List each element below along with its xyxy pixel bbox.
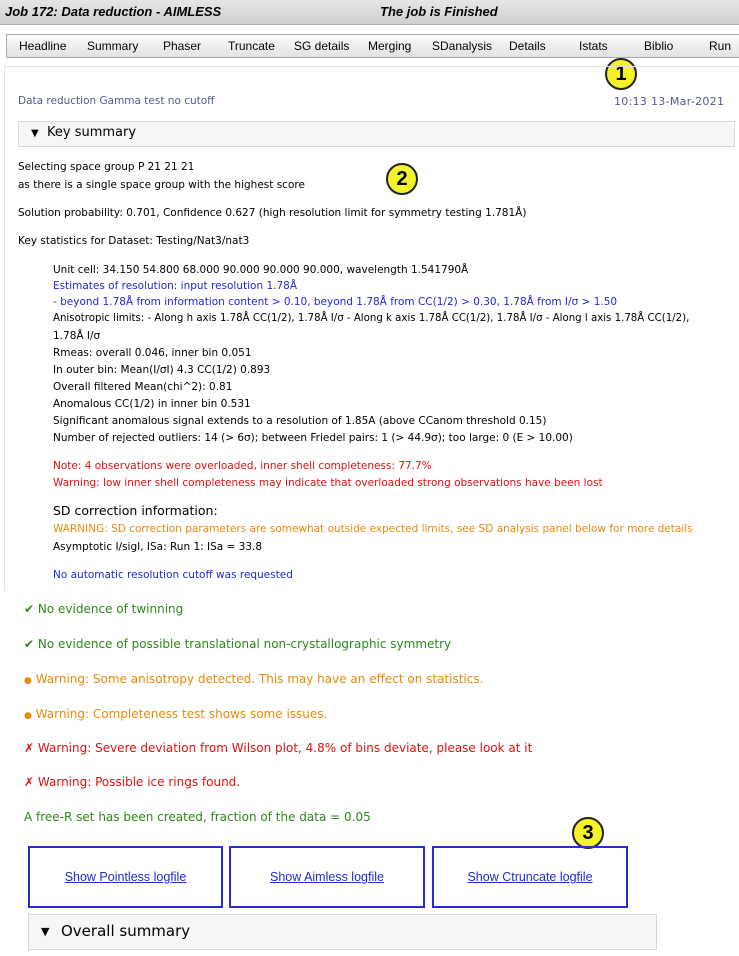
show-pointless-logfile-button[interactable]: Show Pointless logfile (28, 846, 223, 908)
anisotropic-limits: Anisotropic limits: - Along h axis 1.78Å… (53, 313, 690, 324)
check-twinning: ✔ No evidence of twinning (24, 602, 183, 616)
check-text: Warning: Severe deviation from Wilson pl… (37, 741, 533, 755)
check-wilson-plot: ✗ Warning: Severe deviation from Wilson … (24, 741, 532, 755)
tab-run[interactable]: Run (709, 39, 731, 53)
rmeas: Rmeas: overall 0.046, inner bin 0.051 (53, 347, 252, 359)
anomalous-signal: Significant anomalous signal extends to … (53, 415, 547, 427)
tab-details[interactable]: Details (509, 39, 546, 53)
check-anisotropy: ● Warning: Some anisotropy detected. Thi… (24, 672, 483, 686)
solution-probability: Solution probability: 0.701, Confidence … (18, 207, 527, 219)
check-text: Warning: Some anisotropy detected. This … (35, 672, 484, 686)
check-text: Warning: Possible ice rings found. (37, 775, 241, 789)
free-r-info: A free-R set has been created, fraction … (24, 810, 371, 824)
check-completeness: ● Warning: Completeness test shows some … (24, 707, 327, 721)
check-text: No evidence of twinning (37, 602, 184, 616)
sd-correction-title: SD correction information: (53, 503, 218, 518)
mean-chi2: Overall filtered Mean(chi^2): 0.81 (53, 381, 233, 393)
check-mark-icon: ✔ (24, 637, 35, 651)
key-summary-label: Key summary (47, 125, 137, 140)
check-ice-rings: ✗ Warning: Possible ice rings found. (24, 775, 240, 789)
resolution-estimate: Estimates of resolution: input resolutio… (53, 280, 298, 292)
space-group-line-1: Selecting space group P 21 21 21 (18, 161, 195, 173)
report-title: Data reduction Gamma test no cutoff (18, 95, 215, 107)
overall-summary-toggle[interactable]: ▼ Overall summary (28, 914, 657, 950)
expand-triangle-icon: ▼ (31, 128, 39, 139)
report-tab-bar: Headline Summary Phaser Truncate SG deta… (6, 34, 739, 58)
cross-icon: ✗ (24, 775, 35, 789)
job-status: The job is Finished (380, 4, 498, 19)
key-summary-toggle[interactable]: ▼ Key summary (18, 121, 735, 147)
tab-headline[interactable]: Headline (19, 39, 66, 53)
completeness-warning: Warning: low inner shell completeness ma… (53, 477, 603, 489)
sd-correction-warning: WARNING: SD correction parameters are so… (53, 523, 693, 535)
job-title: Job 172: Data reduction - AIMLESS (5, 4, 222, 19)
tab-sdanalysis[interactable]: SDanalysis (432, 39, 492, 53)
expand-triangle-icon: ▼ (41, 925, 50, 938)
tab-sg-details[interactable]: SG details (294, 39, 349, 53)
space-group-line-2: as there is a single space group with th… (18, 179, 305, 191)
resolution-detail: - beyond 1.78Å from information content … (53, 296, 618, 308)
overall-summary-label: Overall summary (61, 922, 191, 940)
check-text: Warning: Completeness test shows some is… (35, 707, 328, 721)
overload-note: Note: 4 observations were overloaded, in… (53, 460, 432, 472)
anisotropic-limits-cont: 1.78Å I/σ (53, 330, 101, 342)
no-resolution-cutoff: No automatic resolution cutoff was reque… (53, 569, 293, 581)
tab-istats[interactable]: Istats (579, 39, 608, 53)
report-timestamp: 10:13 13-Mar-2021 (614, 95, 725, 108)
asymptotic-isa: Asymptotic I/sigI, ISa: Run 1: ISa = 33.… (53, 541, 263, 553)
window-titlebar: Job 172: Data reduction - AIMLESS The jo… (0, 0, 739, 25)
annotation-badge-3: 3 (572, 817, 604, 849)
check-tncs: ✔ No evidence of possible translational … (24, 637, 451, 651)
warning-dot-icon: ● (24, 676, 32, 686)
tab-merging[interactable]: Merging (368, 39, 411, 53)
anomalous-cc: Anomalous CC(1/2) in inner bin 0.531 (53, 398, 251, 410)
key-statistics-title: Key statistics for Dataset: Testing/Nat3… (18, 235, 250, 247)
tab-biblio[interactable]: Biblio (644, 39, 673, 53)
cross-icon: ✗ (24, 741, 35, 755)
show-aimless-logfile-button[interactable]: Show Aimless logfile (229, 846, 425, 908)
show-ctruncate-logfile-button[interactable]: Show Ctruncate logfile (432, 846, 628, 908)
warning-dot-icon: ● (24, 711, 32, 721)
check-mark-icon: ✔ (24, 602, 35, 616)
rejected-outliers: Number of rejected outliers: 14 (> 6σ); … (53, 432, 573, 444)
check-text: No evidence of possible translational no… (37, 637, 452, 651)
outer-bin: In outer bin: Mean(I/σI) 4.3 CC(1/2) 0.8… (53, 364, 271, 376)
tab-truncate[interactable]: Truncate (228, 39, 275, 53)
unit-cell: Unit cell: 34.150 54.800 68.000 90.000 9… (53, 264, 469, 276)
tab-summary[interactable]: Summary (87, 39, 138, 53)
tab-phaser[interactable]: Phaser (163, 39, 201, 53)
